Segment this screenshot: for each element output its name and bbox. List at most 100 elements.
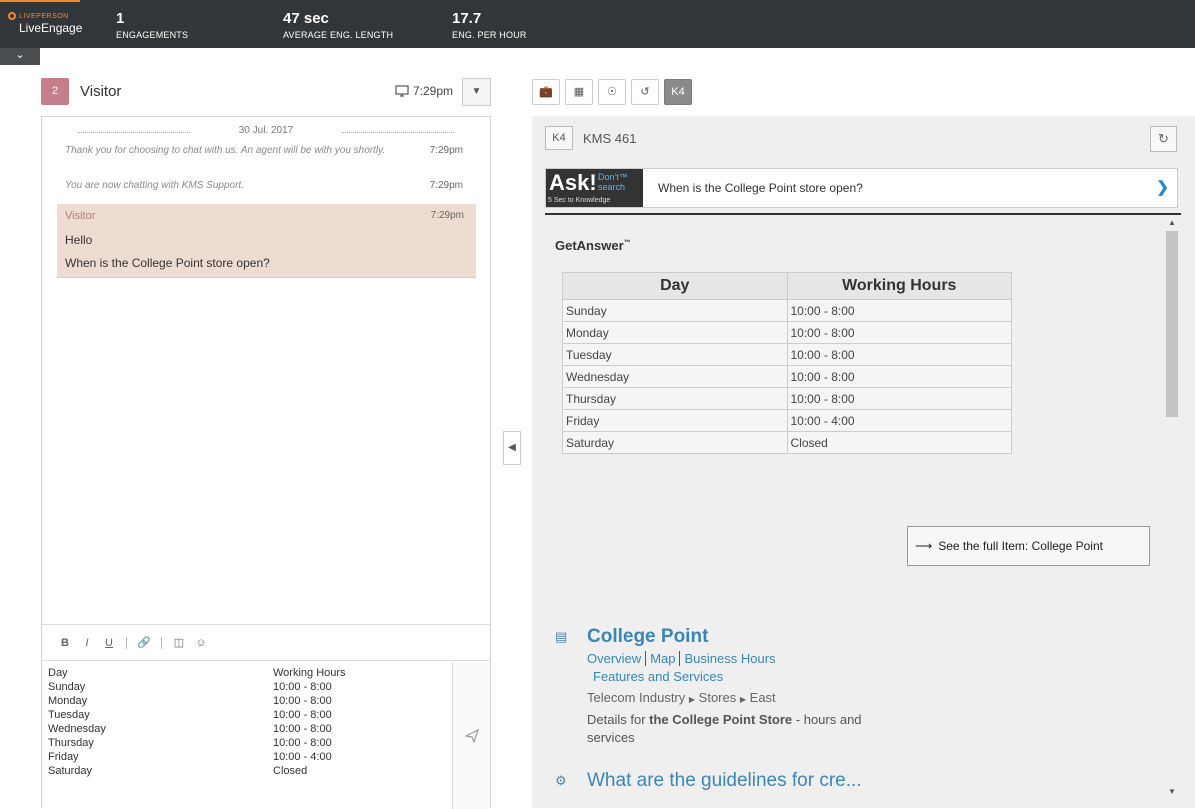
breadcrumb-item[interactable]: Stores [699, 690, 737, 705]
result-link-business-hours[interactable]: Business Hours [684, 651, 779, 666]
compass-icon[interactable]: ☉ [598, 79, 626, 105]
working-hours-table: Day Working Hours Sunday 10:00 - 8:00 Mon… [562, 272, 1012, 454]
chevron-down-icon[interactable]: ⌄ [0, 48, 40, 65]
stat-label: ENG. PER HOUR [452, 30, 527, 40]
trademark: ™ [623, 239, 631, 247]
table-cell: Sunday [562, 299, 788, 322]
see-full-item-label: See the full Item: College Point [938, 539, 1103, 553]
visitor-menu-button[interactable]: ▼ [462, 78, 491, 106]
divider [545, 213, 1181, 215]
widget-tabs: 💼 ▦ ☉ ↺ K4 [532, 79, 692, 105]
system-message: Thank you for choosing to chat with us. … [65, 145, 386, 156]
scroll-up-icon[interactable]: ▲ [1168, 218, 1176, 227]
desktop-icon [395, 85, 409, 97]
breadcrumb-item[interactable]: East [750, 690, 776, 705]
table-row: Tuesday 10:00 - 8:00 [48, 708, 346, 722]
editor-table: Day Working Hours Sunday 10:00 - 8:00 Mond… [48, 666, 346, 778]
table-cell: 10:00 - 8:00 [273, 737, 332, 749]
table-cell: 10:00 - 8:00 [273, 723, 332, 735]
stat-value: 1 [116, 10, 125, 27]
result-title[interactable]: What are the guidelines for cre... [587, 770, 887, 792]
result-link-overview[interactable]: Overview [587, 651, 647, 666]
scroll-down-icon[interactable]: ▼ [1168, 787, 1176, 796]
message-time: 7:29pm [430, 210, 464, 221]
ask-question-text: When is the College Point store open? [658, 181, 863, 195]
stat-label: AVERAGE ENG. LENGTH [283, 30, 394, 40]
liveengage-logo[interactable]: LIVEPERSON LiveEngage [8, 12, 82, 35]
ask-question-bar[interactable]: Ask! Don't™ search 5 Sec to Knowledge Whe… [545, 168, 1178, 208]
get-answer-label: GetAnswer™ [555, 238, 631, 253]
stat-label: ENGAGEMENTS [116, 30, 189, 40]
table-cell: 10:00 - 4:00 [786, 409, 1012, 432]
table-cell: 10:00 - 8:00 [273, 709, 332, 721]
cobrowse-icon[interactable]: ◫ [168, 636, 190, 649]
scrollbar-thumb[interactable] [1166, 231, 1178, 417]
refresh-icon[interactable]: ↻ [1150, 126, 1177, 152]
chevron-right-icon[interactable]: ❯ [1156, 178, 1169, 196]
store-icon[interactable]: ▦ [565, 79, 593, 105]
system-message-time: 7:29pm [429, 180, 463, 191]
column-header: Working Hours [786, 272, 1012, 300]
table-cell: 10:00 - 8:00 [786, 387, 1012, 410]
table-cell: 10:00 - 8:00 [786, 321, 1012, 344]
breadcrumb-item[interactable]: Telecom Industry [587, 690, 685, 705]
table-cell: Working Hours [273, 667, 346, 679]
visitor-name: Visitor [80, 83, 122, 100]
result-title[interactable]: College Point [587, 626, 708, 648]
table-cell: Closed [786, 431, 1012, 454]
result-link-features[interactable]: Features and Services [587, 668, 727, 686]
table-cell: Saturday [48, 765, 93, 777]
table-cell: 10:00 - 8:00 [786, 299, 1012, 322]
visitor-header: 2 Visitor 7:29pm ▼ [41, 78, 491, 106]
send-button[interactable] [452, 662, 490, 809]
table-row: Thursday 10:00 - 8:00 [48, 736, 346, 750]
top-accent-line [0, 0, 80, 2]
table-cell: 10:00 - 8:00 [273, 695, 332, 707]
history-icon[interactable]: ↺ [631, 79, 659, 105]
brain-icon: ⚙ [555, 773, 567, 788]
table-row: Sunday 10:00 - 8:00 [48, 680, 346, 694]
table-row: Saturday Closed [48, 764, 346, 778]
visitor-time: 7:29pm [395, 84, 453, 98]
visitor-message: Visitor 7:29pm Hello When is the College… [57, 204, 476, 278]
chat-date: 30 Jul. 2017 [78, 125, 454, 139]
system-message: You are now chatting with KMS Support. [65, 180, 244, 191]
result-description: Details for the College Point Store - ho… [587, 711, 887, 747]
kms-title: KMS 461 [583, 131, 637, 146]
underline-button[interactable]: U [98, 637, 120, 649]
table-cell: Sunday [48, 681, 86, 693]
link-icon[interactable]: 🔗 [133, 636, 155, 649]
table-row: Friday 10:00 - 4:00 [562, 409, 1012, 432]
table-cell: Closed [273, 765, 308, 777]
chevron-right-icon: ▶ [688, 695, 696, 704]
table-cell: 10:00 - 8:00 [786, 343, 1012, 366]
stat-average-length: 47 sec AVERAGE ENG. LENGTH [283, 10, 393, 40]
message-editor[interactable]: Day Working Hours Sunday 10:00 - 8:00 Mond… [42, 662, 452, 809]
visitor-count-badge[interactable]: 2 [41, 78, 69, 105]
liveperson-ring-icon [8, 12, 16, 20]
table-row: Thursday 10:00 - 8:00 [562, 387, 1012, 410]
column-header: Day [562, 272, 788, 300]
tab-k4[interactable]: K4 [664, 79, 692, 105]
table-cell: Day [48, 667, 68, 679]
table-cell: Tuesday [562, 343, 788, 366]
emoji-icon[interactable]: ☺ [190, 637, 212, 649]
table-cell: Friday [562, 409, 788, 432]
scrollbar[interactable]: ▲ ▼ [1165, 218, 1179, 796]
italic-button[interactable]: I [76, 637, 98, 649]
table-cell: 10:00 - 8:00 [786, 365, 1012, 388]
send-icon [464, 728, 479, 743]
panel-collapse-handle[interactable]: ◀ [503, 431, 521, 465]
k4-badge: K4 [545, 126, 573, 150]
message-line: Hello [65, 233, 93, 247]
visitor-time-text: 7:29pm [412, 84, 453, 98]
stat-per-hour: 17.7 ENG. PER HOUR [452, 10, 527, 40]
table-cell: Thursday [48, 737, 94, 749]
table-row: Wednesday 10:00 - 8:00 [48, 722, 346, 736]
toolbar-divider [161, 636, 162, 649]
table-cell: Tuesday [48, 709, 90, 721]
result-link-map[interactable]: Map [650, 651, 681, 666]
bold-button[interactable]: B [54, 637, 76, 649]
briefcase-icon[interactable]: 💼 [532, 79, 560, 105]
see-full-item-button[interactable]: ⟶ See the full Item: College Point [907, 526, 1150, 566]
